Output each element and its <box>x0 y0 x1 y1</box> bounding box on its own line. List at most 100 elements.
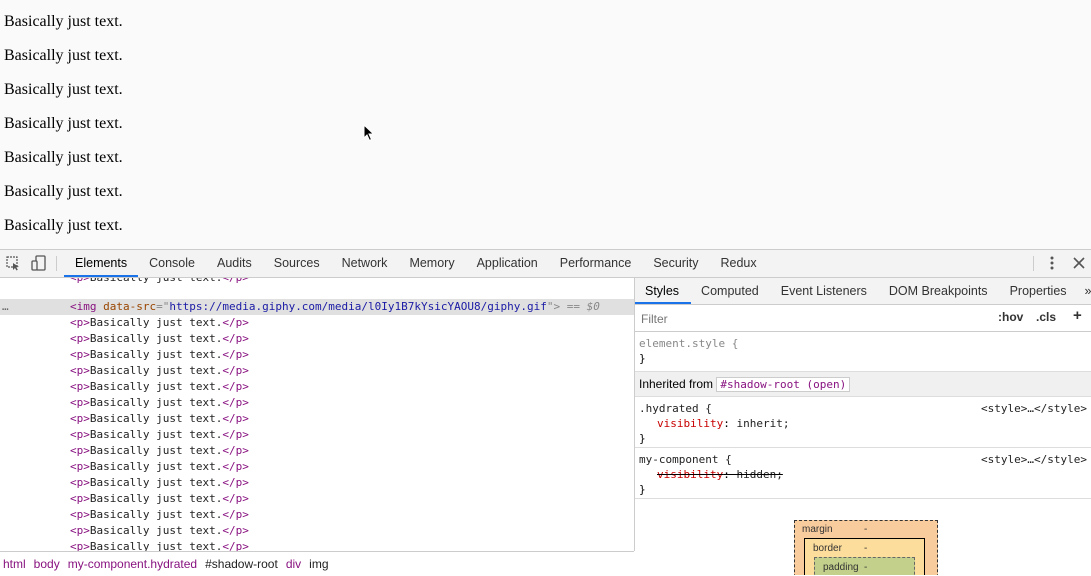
box-padding-value: - <box>864 562 868 573</box>
box-margin-value: - <box>864 524 868 535</box>
inspect-element-icon[interactable] <box>5 255 21 271</box>
tab-audits[interactable]: Audits <box>206 250 263 277</box>
text-line: Basically just text. <box>4 47 123 64</box>
dom-line-p[interactable]: <p>Basically just text.</p> <box>70 459 249 475</box>
dom-line-p[interactable]: <p>Basically just text.</p> <box>70 395 249 411</box>
tab-sources[interactable]: Sources <box>263 250 331 277</box>
rule-declaration-overridden[interactable]: visibility: hidden; <box>639 467 1087 482</box>
devtools-tabs: Elements Console Audits Sources Network … <box>64 250 768 277</box>
text-node: Basically just text. <box>89 412 223 425</box>
element-style-rule[interactable]: element.style { } <box>635 332 1091 372</box>
dom-line-p[interactable]: <p>Basically just text.</p> <box>70 411 249 427</box>
dom-line-p[interactable]: <p>Basically just text.</p> <box>70 347 249 363</box>
rule-declaration[interactable]: visibility: inherit; <box>639 416 1087 431</box>
text-node: Basically just text. <box>89 380 223 393</box>
rule-source-link[interactable]: <style>…</style> <box>981 452 1087 467</box>
tab-security[interactable]: Security <box>642 250 709 277</box>
tag-open: <img <box>70 300 104 313</box>
attr-value-link[interactable]: https://media.giphy.com/media/l0Iy1B7kYs… <box>169 300 547 313</box>
text-line: Basically just text. <box>4 81 123 98</box>
tag-close: </p> <box>222 380 249 393</box>
tag-close: </p> <box>222 492 249 505</box>
text-node: Basically just text. <box>89 348 223 361</box>
rule-close: } <box>639 352 646 365</box>
attr-name: data-src <box>103 300 157 313</box>
dom-line-p[interactable]: <p>Basically just text.</p> <box>70 539 249 551</box>
tab-redux[interactable]: Redux <box>709 250 767 277</box>
devtools-panel: Elements Console Audits Sources Network … <box>0 249 1091 576</box>
tab-memory[interactable]: Memory <box>398 250 465 277</box>
dom-line-p[interactable]: <p>Basically just text.</p> <box>70 443 249 459</box>
dom-line-p[interactable]: <p>Basically just text.</p> <box>70 491 249 507</box>
tab-event-listeners[interactable]: Event Listeners <box>771 278 879 304</box>
style-rule-hydrated[interactable]: .hydrated { <style>…</style> visibility:… <box>635 397 1091 448</box>
tab-elements[interactable]: Elements <box>64 250 139 277</box>
dom-line-partial[interactable]: <p>Basically just text.</p> <box>70 278 249 286</box>
tag-open: <p> <box>70 278 90 284</box>
tab-network[interactable]: Network <box>331 250 399 277</box>
breadcrumb-my-component[interactable]: my-component.hydrated <box>65 557 202 571</box>
attr-close: "> <box>546 300 561 313</box>
box-margin-label: margin <box>802 524 833 535</box>
dom-line-p[interactable]: <p>Basically just text.</p> <box>70 315 249 331</box>
rule-source-link[interactable]: <style>…</style> <box>981 401 1087 416</box>
breadcrumb-div[interactable]: div <box>283 557 306 571</box>
breadcrumb-body[interactable]: body <box>31 557 65 571</box>
inherited-node-link[interactable]: #shadow-root (open) <box>716 377 851 392</box>
property-value: inherit; <box>736 417 790 430</box>
close-icon[interactable] <box>1071 255 1087 271</box>
text-line: Basically just text. <box>4 149 123 166</box>
text-node: Basically just text. <box>89 492 223 505</box>
breadcrumb-html[interactable]: html <box>0 557 31 571</box>
selected-marker: == $0 <box>560 300 600 313</box>
text-node: Basically just text. <box>89 524 223 537</box>
breadcrumb: html body my-component.hydrated #shadow-… <box>0 551 634 576</box>
hov-toggle[interactable]: :hov <box>998 310 1023 324</box>
tag-close: </p> <box>222 524 249 537</box>
tag-open: <p> <box>70 524 90 537</box>
tab-console[interactable]: Console <box>138 250 206 277</box>
tab-application[interactable]: Application <box>466 250 549 277</box>
property-name: visibility <box>657 468 724 481</box>
tab-performance[interactable]: Performance <box>549 250 643 277</box>
tag-open: <p> <box>70 396 90 409</box>
new-style-rule-button[interactable]: + <box>1073 307 1082 324</box>
tag-close: </p> <box>222 396 249 409</box>
tag-close: </p> <box>222 364 249 377</box>
text-node: Basically just text. <box>89 508 223 521</box>
tab-properties[interactable]: Properties <box>1000 278 1079 304</box>
more-options-icon[interactable] <box>1044 255 1060 271</box>
property-value: hidden; <box>736 468 783 481</box>
tag-open: <p> <box>70 364 90 377</box>
tab-computed[interactable]: Computed <box>691 278 771 304</box>
more-tabs-icon[interactable]: » <box>1079 278 1091 304</box>
property-name: visibility <box>657 417 724 430</box>
dom-line-p[interactable]: <p>Basically just text.</p> <box>70 427 249 443</box>
dom-line-p[interactable]: <p>Basically just text.</p> <box>70 331 249 347</box>
rule-close: } <box>639 483 646 496</box>
breadcrumb-shadow-root[interactable]: #shadow-root <box>202 557 283 571</box>
dom-line-p[interactable]: <p>Basically just text.</p> <box>70 379 249 395</box>
text-node: Basically just text. <box>89 396 223 409</box>
tab-dom-breakpoints[interactable]: DOM Breakpoints <box>879 278 1000 304</box>
tag-open: <p> <box>70 428 90 441</box>
dom-tree[interactable]: <p>Basically just text.</p> … <img data-… <box>0 278 635 551</box>
dom-line-p[interactable]: <p>Basically just text.</p> <box>70 363 249 379</box>
row-actions-ellipsis[interactable]: … <box>2 299 9 315</box>
dom-line-p[interactable]: <p>Basically just text.</p> <box>70 523 249 539</box>
dom-line-p[interactable]: <p>Basically just text.</p> <box>70 475 249 491</box>
dom-line-selected[interactable]: <img data-src="https://media.giphy.com/m… <box>70 299 600 315</box>
styles-filter-input[interactable] <box>639 309 983 329</box>
toolbar-separator <box>1033 256 1034 271</box>
cls-toggle[interactable]: .cls <box>1036 310 1056 324</box>
text-node: Basically just text. <box>89 364 223 377</box>
device-toolbar-icon[interactable] <box>31 255 47 271</box>
styles-tabs: Styles Computed Event Listeners DOM Brea… <box>635 278 1091 305</box>
breadcrumb-img[interactable]: img <box>306 557 333 571</box>
rule-close: } <box>639 432 646 445</box>
tab-styles[interactable]: Styles <box>635 278 692 304</box>
style-rule-my-component[interactable]: my-component { <style>…</style> visibili… <box>635 448 1091 499</box>
text-line: Basically just text. <box>4 183 123 200</box>
box-border-value: - <box>864 543 868 554</box>
dom-line-p[interactable]: <p>Basically just text.</p> <box>70 507 249 523</box>
